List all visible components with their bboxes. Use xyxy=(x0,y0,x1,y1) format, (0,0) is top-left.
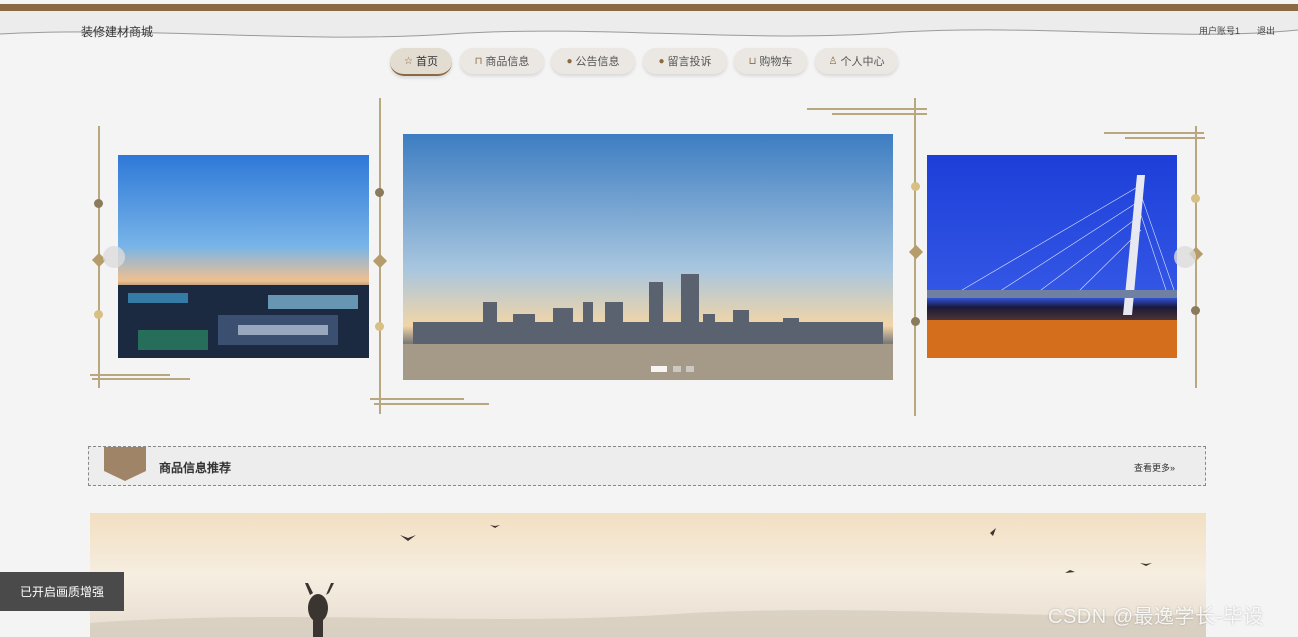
nav-profile-label: 个人中心 xyxy=(840,56,885,68)
deco-dot xyxy=(375,188,384,197)
deco-line xyxy=(832,113,927,115)
carousel-pager-1[interactable] xyxy=(651,366,667,372)
deco-line xyxy=(370,398,464,400)
deco-dot xyxy=(375,322,384,331)
logout-link[interactable]: 退出 xyxy=(1257,24,1275,37)
top-accent-bar xyxy=(0,4,1298,11)
bag-icon: ⊓ xyxy=(474,55,483,67)
nav-home[interactable]: ☆ 首页 xyxy=(390,48,452,76)
nav-notices[interactable]: ● 公告信息 xyxy=(551,48,635,74)
deco-line xyxy=(374,403,489,405)
deco-dot xyxy=(94,199,103,208)
deco-diamond xyxy=(372,253,388,269)
cart-icon: ⊔ xyxy=(748,55,757,67)
notice-icon: ● xyxy=(566,55,573,67)
deco-dot xyxy=(94,310,103,319)
carousel-next-button[interactable] xyxy=(1174,246,1196,268)
promo-banner xyxy=(90,513,1206,637)
nav-feedback-label: 留言投诉 xyxy=(667,56,712,68)
carousel-pager-2[interactable] xyxy=(673,366,681,372)
main-nav: ☆ 首页 ⊓ 商品信息 ● 公告信息 ● 留言投诉 ⊔ 购物车 ♙ 个人中心 xyxy=(0,48,1298,78)
deco-line xyxy=(807,108,927,110)
carousel-slide-center[interactable] xyxy=(403,134,893,380)
slide-image xyxy=(927,155,1177,358)
double-chevron-right-icon: » xyxy=(1169,463,1175,473)
nav-products[interactable]: ⊓ 商品信息 xyxy=(460,48,544,74)
deco-line xyxy=(1104,132,1204,134)
watermark: CSDN @最逸学长-毕设 xyxy=(1048,606,1264,628)
deco-line xyxy=(1125,137,1205,139)
question-icon: ● xyxy=(658,55,665,67)
ribbon-icon xyxy=(104,447,146,481)
nav-notices-label: 公告信息 xyxy=(575,56,620,68)
nav-cart-label: 购物车 xyxy=(759,56,793,68)
view-more-link[interactable]: 查看更多» xyxy=(1134,461,1175,474)
nav-home-label: 首页 xyxy=(415,56,438,68)
carousel-prev-button[interactable] xyxy=(103,246,125,268)
site-title: 装修建材商城 xyxy=(81,25,154,39)
carousel-slide-left[interactable] xyxy=(118,155,369,358)
carousel-slide-right[interactable] xyxy=(927,155,1177,358)
banner-image xyxy=(90,513,1206,637)
deco-diamond xyxy=(908,244,924,260)
deco-dot xyxy=(1191,194,1200,203)
section-header-bar: 商品信息推荐 查看更多» xyxy=(88,446,1206,486)
deco-line xyxy=(90,374,170,376)
view-more-label: 查看更多 xyxy=(1133,463,1170,473)
deco-line xyxy=(92,378,190,380)
deco-dot xyxy=(911,182,920,191)
nav-profile[interactable]: ♙ 个人中心 xyxy=(815,48,898,74)
carousel-pager-3[interactable] xyxy=(686,366,694,372)
section-title: 商品信息推荐 xyxy=(159,461,232,475)
nav-products-label: 商品信息 xyxy=(485,56,530,68)
star-icon: ☆ xyxy=(404,55,413,67)
user-icon: ♙ xyxy=(828,55,838,67)
slide-image xyxy=(403,134,893,380)
slide-image xyxy=(118,155,369,358)
nav-cart[interactable]: ⊔ 购物车 xyxy=(734,48,807,74)
deco-dot xyxy=(911,317,920,326)
nav-feedback[interactable]: ● 留言投诉 xyxy=(643,48,727,74)
quality-enhance-toast: 已开启画质增强 xyxy=(0,572,124,611)
user-account-link[interactable]: 用户账号1 xyxy=(1199,24,1240,37)
deco-dot xyxy=(1191,306,1200,315)
